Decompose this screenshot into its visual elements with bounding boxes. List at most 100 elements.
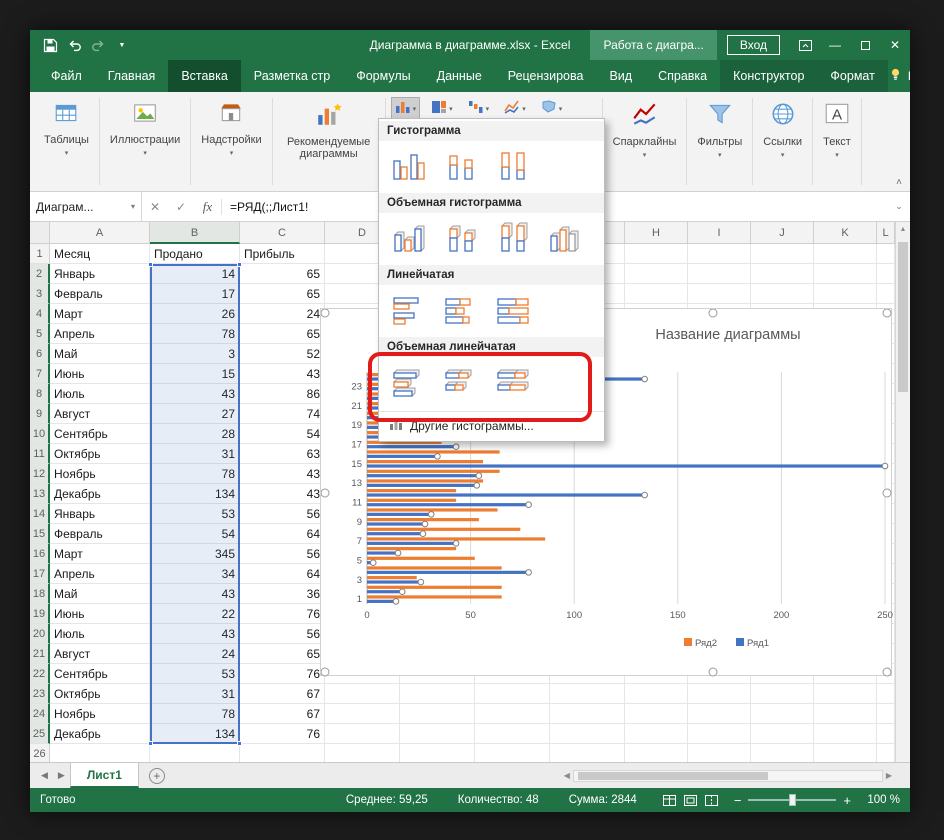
redo-icon[interactable] — [88, 35, 108, 55]
addins-button[interactable]: Надстройки ▾ — [193, 94, 269, 189]
row-header-4[interactable]: 4 — [30, 304, 50, 324]
tab-data[interactable]: Данные — [424, 60, 495, 92]
cell-F25[interactable] — [475, 724, 550, 744]
cell-J3[interactable] — [751, 284, 814, 304]
cell-L3[interactable] — [877, 284, 895, 304]
cell-E24[interactable] — [400, 704, 475, 724]
cell-B14[interactable]: 53 — [150, 504, 240, 524]
row-header-25[interactable]: 25 — [30, 724, 50, 744]
row-header-1[interactable]: 1 — [30, 244, 50, 264]
cell-J23[interactable] — [751, 684, 814, 704]
cell-C23[interactable]: 67 — [240, 684, 325, 704]
cell-I26[interactable] — [688, 744, 751, 762]
cell-I24[interactable] — [688, 704, 751, 724]
cell-C21[interactable]: 65 — [240, 644, 325, 664]
cell-C9[interactable]: 74 — [240, 404, 325, 424]
row-header-10[interactable]: 10 — [30, 424, 50, 444]
cell-L2[interactable] — [877, 264, 895, 284]
cell-B17[interactable]: 34 — [150, 564, 240, 584]
cell-B20[interactable]: 43 — [150, 624, 240, 644]
cell-C26[interactable] — [240, 744, 325, 762]
cell-K3[interactable] — [814, 284, 877, 304]
cell-C15[interactable]: 64 — [240, 524, 325, 544]
row-header-8[interactable]: 8 — [30, 384, 50, 404]
column-header-K[interactable]: K — [814, 222, 877, 244]
cell-C10[interactable]: 54 — [240, 424, 325, 444]
col3d-clustered-icon[interactable] — [387, 219, 431, 257]
cell-L26[interactable] — [877, 744, 895, 762]
cell-A21[interactable]: Август — [50, 644, 150, 664]
zoom-level[interactable]: 100 % — [858, 794, 900, 806]
cell-G23[interactable] — [550, 684, 625, 704]
row-header-3[interactable]: 3 — [30, 284, 50, 304]
cell-C17[interactable]: 64 — [240, 564, 325, 584]
cell-A15[interactable]: Февраль — [50, 524, 150, 544]
cell-C22[interactable]: 76 — [240, 664, 325, 684]
cell-A5[interactable]: Апрель — [50, 324, 150, 344]
row-header-2[interactable]: 2 — [30, 264, 50, 284]
cell-B15[interactable]: 54 — [150, 524, 240, 544]
row-header-23[interactable]: 23 — [30, 684, 50, 704]
zoom-out-icon[interactable]: − — [734, 793, 742, 808]
maximize-button[interactable] — [850, 30, 880, 60]
cell-A8[interactable]: Июль — [50, 384, 150, 404]
undo-icon[interactable] — [64, 35, 84, 55]
cell-G24[interactable] — [550, 704, 625, 724]
filters-button[interactable]: Фильтры ▾ — [689, 94, 750, 189]
cell-B6[interactable]: 3 — [150, 344, 240, 364]
column-chart-button[interactable]: ▾ — [390, 97, 421, 121]
cell-H23[interactable] — [625, 684, 688, 704]
name-box[interactable]: Диаграм... ▾ — [30, 192, 142, 221]
bar3d-stacked-icon[interactable] — [439, 363, 483, 401]
cell-A17[interactable]: Апрель — [50, 564, 150, 584]
sheet-nav-left-icon[interactable]: ◀ — [36, 770, 53, 781]
cell-H24[interactable] — [625, 704, 688, 724]
page-layout-view-icon[interactable] — [683, 794, 697, 806]
scroll-right-icon[interactable]: ▶ — [886, 771, 892, 780]
cell-A2[interactable]: Январь — [50, 264, 150, 284]
bar3d-100-icon[interactable] — [491, 363, 535, 401]
col3d-100-icon[interactable] — [491, 219, 535, 257]
cell-C12[interactable]: 43 — [240, 464, 325, 484]
cell-F23[interactable] — [475, 684, 550, 704]
sheet-nav-right-icon[interactable]: ▶ — [53, 770, 70, 781]
column-header-C[interactable]: C — [240, 222, 325, 244]
vertical-scrollbar[interactable]: ▲ — [895, 222, 910, 762]
cell-A18[interactable]: Май — [50, 584, 150, 604]
cell-A3[interactable]: Февраль — [50, 284, 150, 304]
illustrations-button[interactable]: Иллюстрации ▾ — [102, 94, 188, 189]
cell-B24[interactable]: 78 — [150, 704, 240, 724]
horizontal-scroll-thumb[interactable] — [577, 771, 768, 780]
line-chart-button[interactable]: ▾ — [501, 98, 529, 120]
cell-K26[interactable] — [814, 744, 877, 762]
cell-D26[interactable] — [325, 744, 400, 762]
tab-file[interactable]: Файл — [38, 60, 95, 92]
cell-G26[interactable] — [550, 744, 625, 762]
cell-L24[interactable] — [877, 704, 895, 724]
cell-D23[interactable] — [325, 684, 400, 704]
cell-B2[interactable]: 14 — [150, 264, 240, 284]
cell-A1[interactable]: Месяц — [50, 244, 150, 264]
row-header-9[interactable]: 9 — [30, 404, 50, 424]
more-charts-menu-item[interactable]: Другие гистограммы... — [379, 411, 604, 439]
page-break-view-icon[interactable] — [704, 794, 718, 806]
text-button[interactable]: А Текст ▾ — [815, 94, 859, 189]
row-header-16[interactable]: 16 — [30, 544, 50, 564]
normal-view-icon[interactable] — [662, 794, 676, 806]
cell-A19[interactable]: Июнь — [50, 604, 150, 624]
cell-A13[interactable]: Декабрь — [50, 484, 150, 504]
cell-L23[interactable] — [877, 684, 895, 704]
cell-C8[interactable]: 86 — [240, 384, 325, 404]
insert-function-icon[interactable]: fx — [194, 198, 222, 215]
zoom-in-icon[interactable]: + — [843, 793, 851, 808]
minimize-button[interactable]: — — [820, 30, 850, 60]
cell-H26[interactable] — [625, 744, 688, 762]
save-icon[interactable] — [40, 35, 60, 55]
cell-J1[interactable] — [751, 244, 814, 264]
scroll-up-icon[interactable]: ▲ — [896, 222, 910, 233]
cell-E25[interactable] — [400, 724, 475, 744]
row-header-22[interactable]: 22 — [30, 664, 50, 684]
cell-B1[interactable]: Продано — [150, 244, 240, 264]
cell-B5[interactable]: 78 — [150, 324, 240, 344]
cell-I3[interactable] — [688, 284, 751, 304]
